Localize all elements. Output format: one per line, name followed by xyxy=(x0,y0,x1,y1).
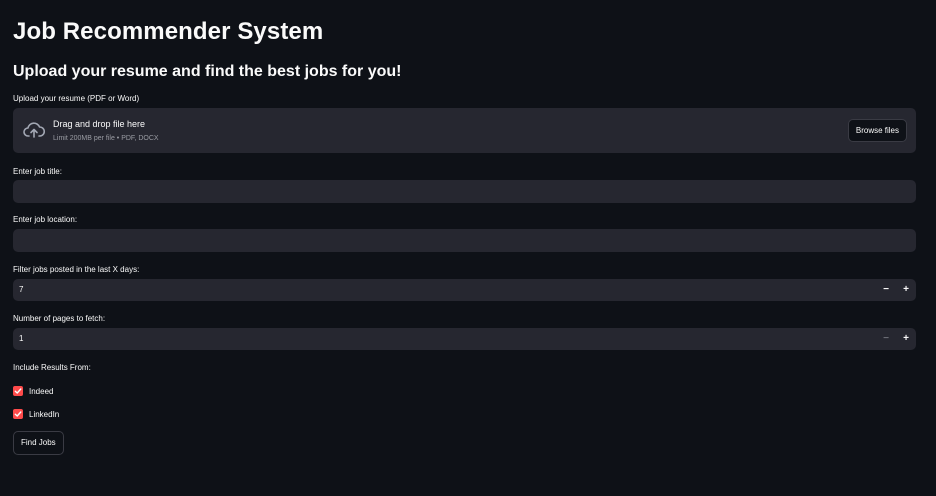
checkbox-checked-icon[interactable] xyxy=(13,409,23,419)
page-subtitle: Upload your resume and find the best job… xyxy=(13,63,402,80)
checkbox-indeed[interactable]: Indeed xyxy=(13,386,53,396)
uploader-label: Upload your resume (PDF or Word) xyxy=(13,94,140,103)
days-filter-value[interactable]: 7 xyxy=(19,285,23,294)
job-title-input[interactable] xyxy=(13,180,916,203)
cloud-upload-icon xyxy=(23,121,46,139)
page-title: Job Recommender System xyxy=(13,18,324,45)
app-container: Job Recommender System Upload your resum… xyxy=(0,0,936,496)
file-uploader-dropzone[interactable]: Drag and drop file here Limit 200MB per … xyxy=(13,108,916,153)
pages-decrement-button[interactable]: − xyxy=(876,328,896,350)
days-filter-label: Filter jobs posted in the last X days: xyxy=(13,265,140,274)
job-location-label: Enter job location: xyxy=(13,215,78,224)
checkbox-indeed-label: Indeed xyxy=(29,386,54,396)
pages-label: Number of pages to fetch: xyxy=(13,314,106,323)
sources-label: Include Results From: xyxy=(13,363,91,372)
browse-files-button[interactable]: Browse files xyxy=(847,119,907,142)
checkbox-linkedin-label: LinkedIn xyxy=(29,409,60,419)
days-filter-decrement-button[interactable]: − xyxy=(876,279,896,301)
pages-increment-button[interactable]: + xyxy=(896,328,916,350)
checkbox-linkedin[interactable]: LinkedIn xyxy=(13,409,59,419)
job-location-input[interactable] xyxy=(13,229,916,252)
days-filter-number-input: 7 − + xyxy=(13,279,916,301)
job-title-label: Enter job title: xyxy=(13,167,62,176)
days-filter-increment-button[interactable]: + xyxy=(896,279,916,301)
pages-value[interactable]: 1 xyxy=(19,334,23,343)
dropzone-limit: Limit 200MB per file • PDF, DOCX xyxy=(53,135,159,142)
find-jobs-button[interactable]: Find Jobs xyxy=(13,431,64,455)
dropzone-instructions: Drag and drop file here xyxy=(53,119,146,129)
pages-number-input: 1 − + xyxy=(13,328,916,350)
checkbox-checked-icon[interactable] xyxy=(13,386,23,396)
